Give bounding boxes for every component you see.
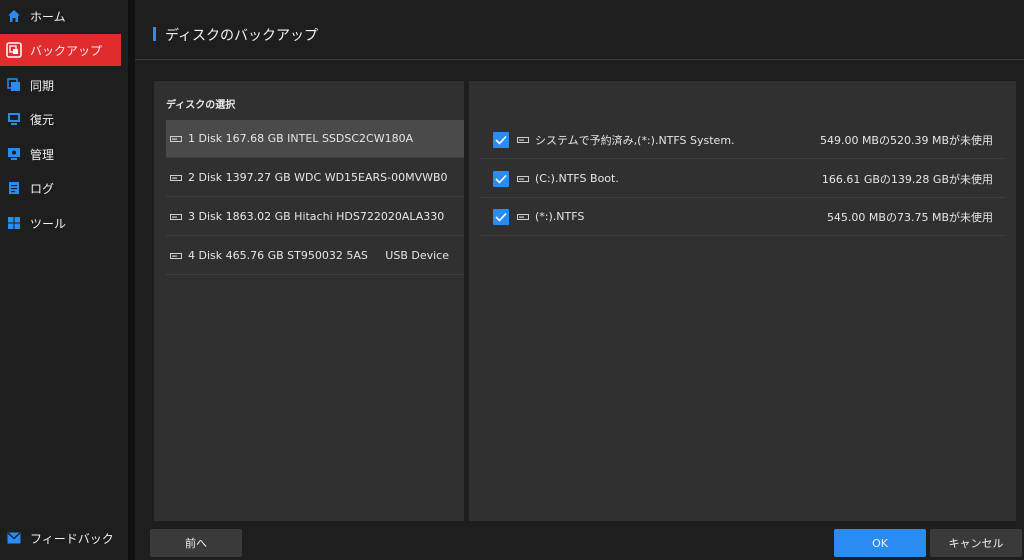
cancel-button[interactable]: キャンセル [930, 529, 1022, 557]
disk-item-3[interactable]: 3 Disk 1863.02 GB Hitachi HDS722020ALA33… [166, 198, 464, 236]
sidebar-item-label: ホーム [30, 9, 66, 24]
sidebar-item-backup[interactable]: バックアップ [0, 34, 121, 66]
restore-icon [6, 111, 22, 127]
ok-button[interactable]: OK [834, 529, 926, 557]
feedback-button[interactable]: フィードバック [6, 528, 114, 548]
hard-disk-icon [170, 135, 182, 143]
hard-disk-icon [517, 175, 529, 183]
partition-usage: 166.61 GBの139.28 GBが未使用 [821, 172, 993, 186]
sidebar-item-log[interactable]: ログ [0, 172, 121, 204]
page-header: ディスクのバックアップ [135, 0, 1024, 60]
partition-row-1: システムで予約済み,(*:).NTFS System. 549.00 MBの52… [481, 121, 1005, 159]
feedback-label: フィードバック [30, 531, 114, 546]
sidebar-item-sync[interactable]: 同期 [0, 69, 121, 101]
disk-label: 4 Disk 465.76 GB ST950032 5AS [188, 249, 368, 262]
partition-label: システムで予約済み,(*:).NTFS System. [535, 133, 735, 147]
partition-row-2: (C:).NTFS Boot. 166.61 GBの139.28 GBが未使用 [481, 160, 1005, 198]
disk-device-type: USB Device [385, 249, 449, 262]
disk-label: 3 Disk 1863.02 GB Hitachi HDS722020ALA33… [188, 210, 445, 223]
disk-item-2[interactable]: 2 Disk 1397.27 GB WDC WD15EARS-00MVWB0 [166, 159, 464, 197]
partition-panel: システムで予約済み,(*:).NTFS System. 549.00 MBの52… [469, 81, 1016, 521]
partition-row-3: (*:).NTFS 545.00 MBの73.75 MBが未使用 [481, 198, 1005, 236]
disk-label: 1 Disk 167.68 GB INTEL SSDSC2CW180A [188, 132, 414, 145]
partition-checkbox[interactable] [493, 170, 509, 187]
disk-panel-title: ディスクの選択 [166, 100, 236, 111]
page-title: ディスクのバックアップ [165, 28, 319, 44]
hard-disk-icon [517, 213, 529, 221]
back-button[interactable]: 前へ [150, 529, 242, 557]
sidebar-item-label: ツール [30, 216, 67, 231]
partition-usage: 549.00 MBの520.39 MBが未使用 [819, 133, 993, 147]
sidebar-item-home[interactable]: ホーム [0, 0, 121, 32]
partition-checkbox[interactable] [493, 208, 509, 225]
disk-label: 2 Disk 1397.27 GB WDC WD15EARS-00MVWB0 [188, 171, 448, 184]
sidebar-item-tools[interactable]: ツール [0, 207, 121, 239]
tools-icon [6, 215, 22, 231]
sidebar-item-restore[interactable]: 復元 [0, 103, 121, 135]
title-accent-bar [153, 27, 156, 41]
hard-disk-icon [517, 136, 529, 144]
log-icon [6, 180, 22, 196]
sidebar-item-manage[interactable]: 管理 [0, 138, 121, 170]
sidebar-item-label: 同期 [30, 78, 55, 93]
partition-checkbox[interactable] [493, 131, 509, 148]
home-icon [6, 8, 22, 24]
sidebar-divider [128, 0, 135, 560]
partition-label: (*:).NTFS [535, 210, 585, 223]
sidebar-item-label: 復元 [30, 112, 55, 127]
checkmark-icon [495, 212, 507, 222]
disk-item-1[interactable]: 1 Disk 167.68 GB INTEL SSDSC2CW180A [166, 120, 464, 158]
backup-icon [6, 42, 22, 58]
partition-usage: 545.00 MBの73.75 MBが未使用 [826, 210, 993, 224]
hard-disk-icon [170, 174, 182, 182]
mail-icon [6, 530, 22, 546]
sidebar-item-label: 管理 [30, 147, 55, 162]
sync-icon [6, 77, 22, 93]
sidebar: ホーム バックアップ 同期 復元 管理 ログ ツール フィードバック [0, 0, 128, 560]
sidebar-item-label: ログ [30, 181, 55, 196]
partition-label: (C:).NTFS Boot. [535, 172, 619, 185]
disk-item-4[interactable]: 4 Disk 465.76 GB ST950032 5AS USB Device [166, 237, 464, 275]
sidebar-item-label: バックアップ [30, 43, 103, 58]
hard-disk-icon [170, 213, 182, 221]
disk-selection-panel: ディスクの選択 1 Disk 167.68 GB INTEL SSDSC2CW1… [154, 81, 464, 521]
checkmark-icon [495, 135, 507, 145]
manage-icon [6, 146, 22, 162]
checkmark-icon [495, 174, 507, 184]
hard-disk-icon [170, 252, 182, 260]
